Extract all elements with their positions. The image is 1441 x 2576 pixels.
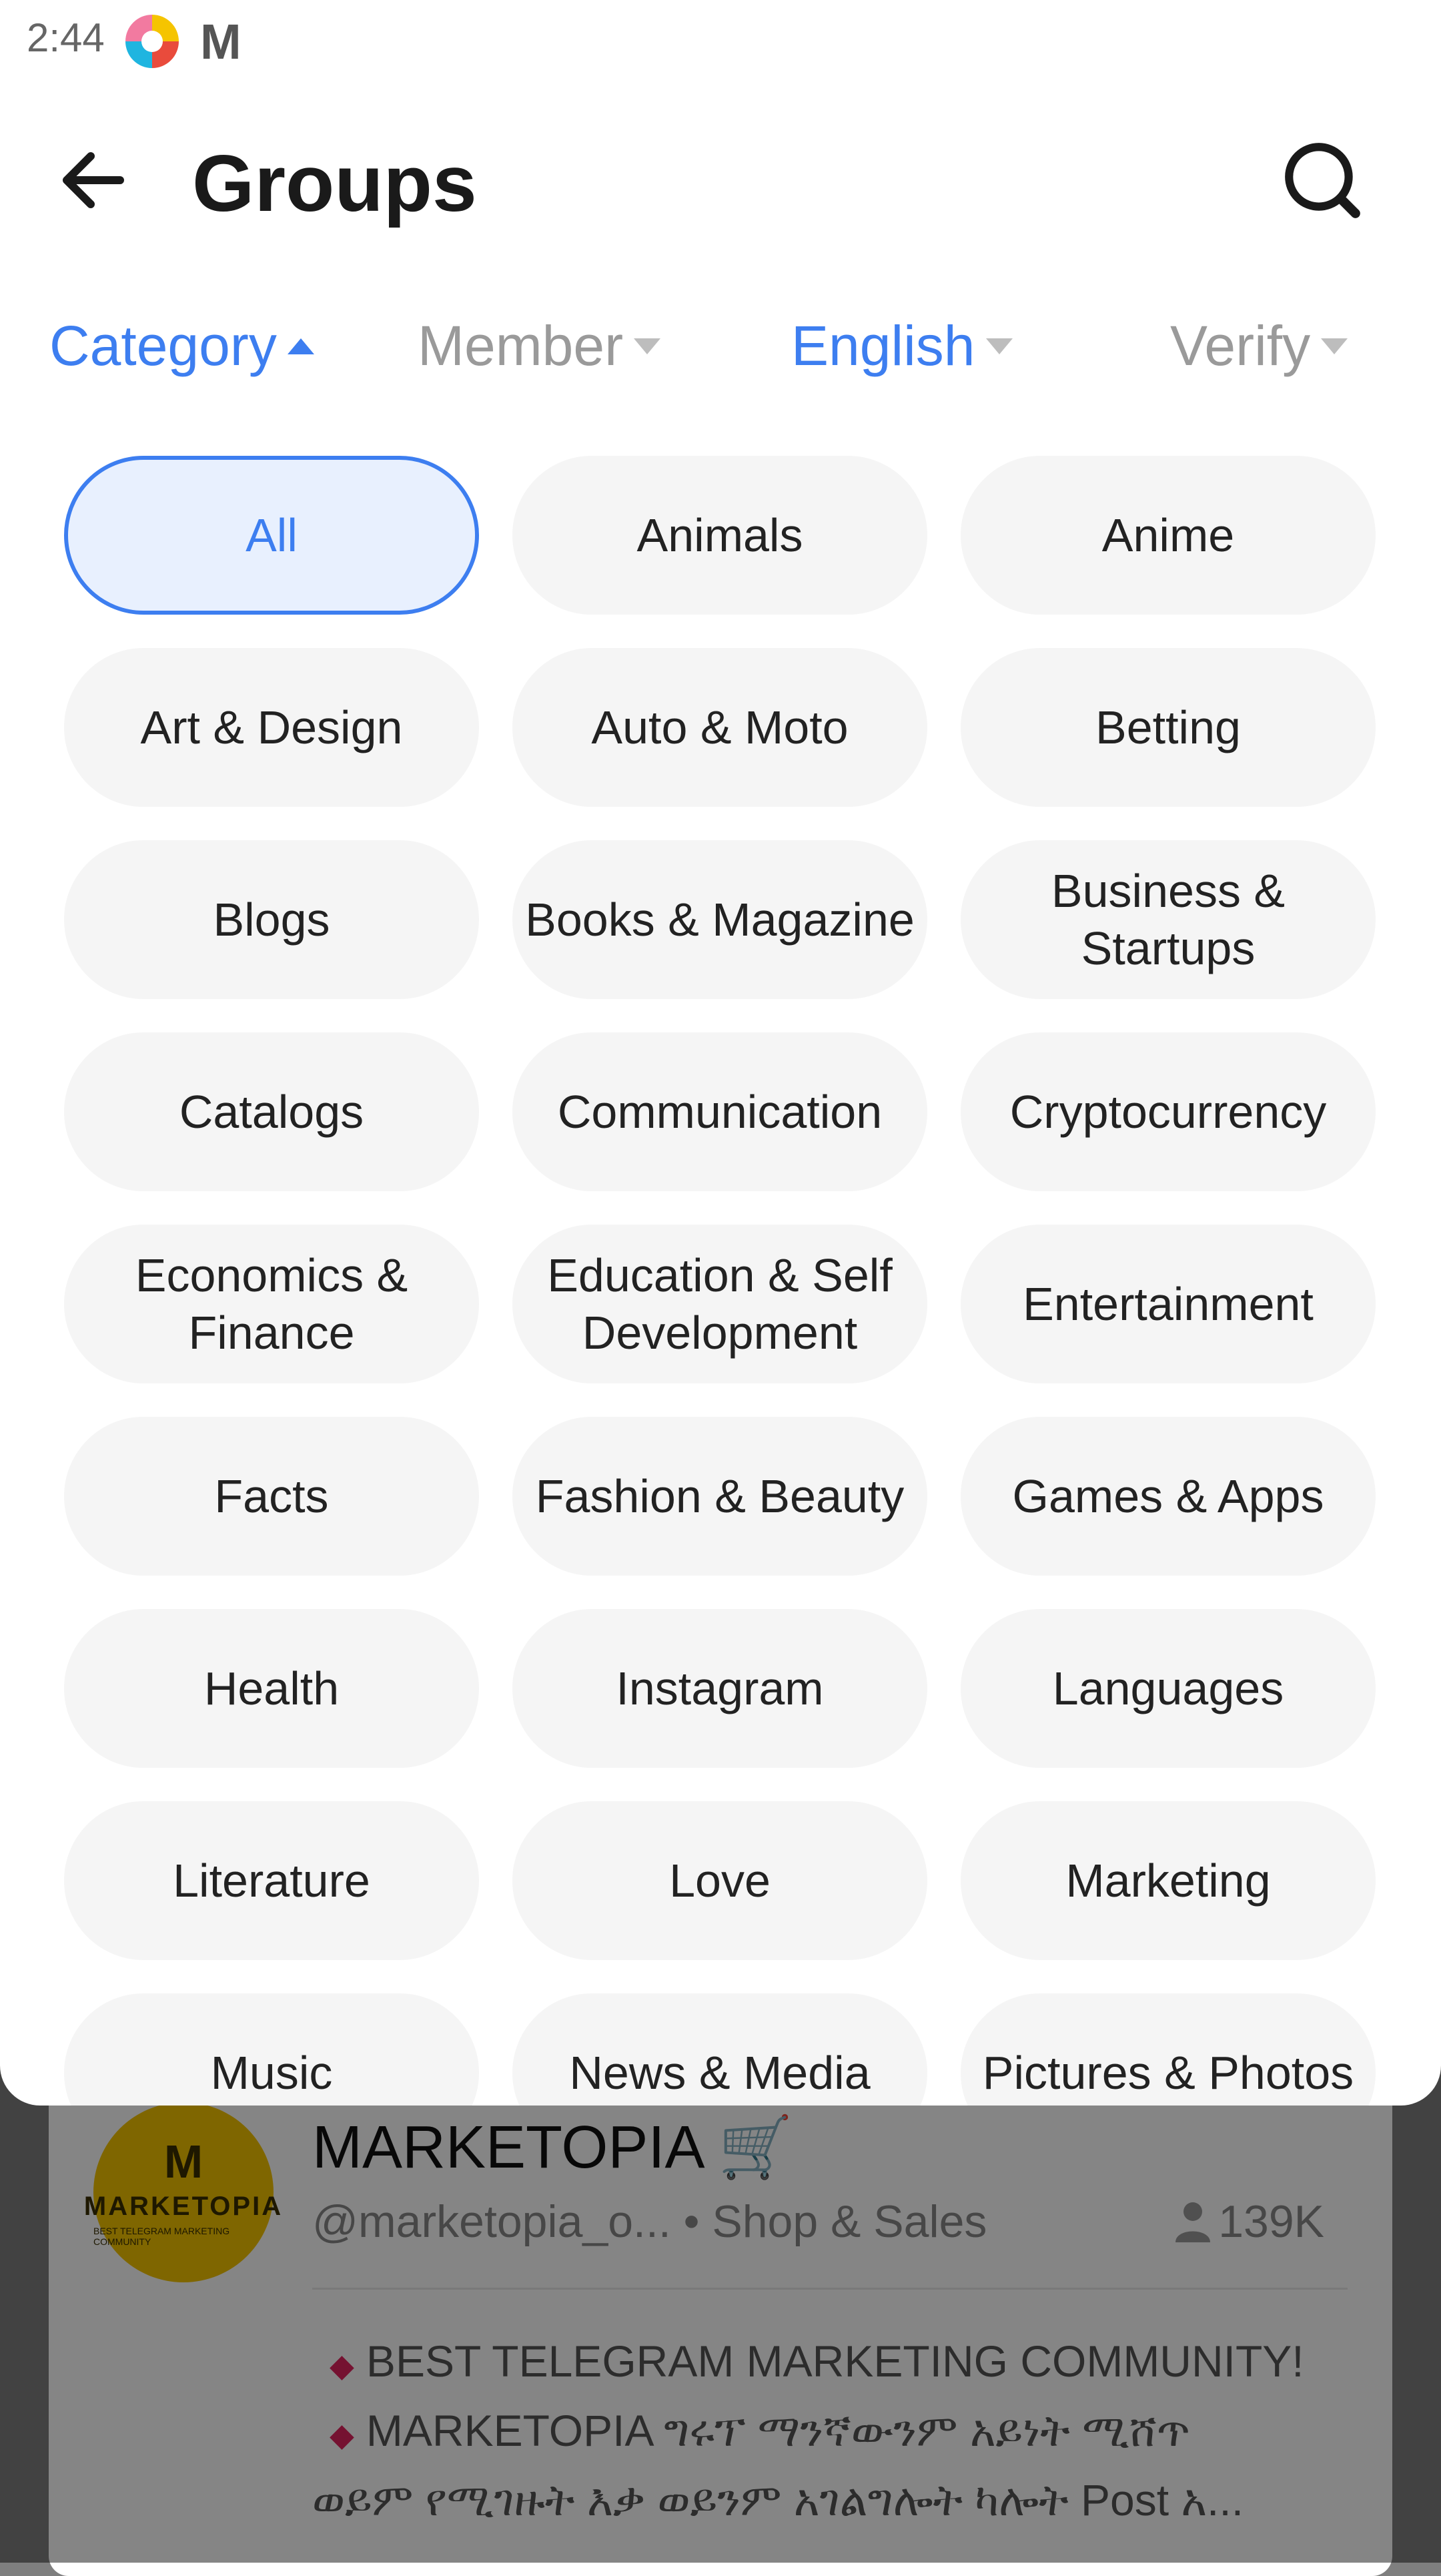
filter-member-label: Member: [418, 314, 624, 377]
category-chip-games-apps[interactable]: Games & Apps: [961, 1417, 1376, 1576]
category-chip-betting[interactable]: Betting: [961, 648, 1376, 807]
category-chip-literature[interactable]: Literature: [64, 1801, 479, 1960]
caret-up-icon: [287, 338, 314, 354]
category-chip-catalogs[interactable]: Catalogs: [64, 1032, 479, 1191]
filter-category-label: Category: [49, 314, 277, 377]
category-chip-entertainment[interactable]: Entertainment: [961, 1225, 1376, 1383]
back-arrow-icon[interactable]: [53, 140, 133, 220]
category-chip-auto-moto[interactable]: Auto & Moto: [512, 648, 927, 807]
category-chip-love[interactable]: Love: [512, 1801, 927, 1960]
filter-member[interactable]: Member: [418, 314, 661, 378]
app-notification-icon: [125, 15, 179, 68]
category-chip-cryptocurrency[interactable]: Cryptocurrency: [961, 1032, 1376, 1191]
filter-verify[interactable]: Verify: [1170, 314, 1348, 378]
caret-down-icon: [634, 338, 661, 354]
mail-icon: M: [200, 14, 242, 69]
status-bar: 2:44 M: [0, 0, 1441, 80]
category-chip-blogs[interactable]: Blogs: [64, 840, 479, 999]
category-chip-all[interactable]: All: [64, 456, 479, 615]
status-time: 2:44: [27, 15, 105, 60]
category-chip-news-media[interactable]: News & Media: [512, 1993, 927, 2106]
page-title: Groups: [192, 139, 477, 228]
filter-category[interactable]: Category: [49, 314, 314, 378]
filter-language[interactable]: English: [791, 314, 1013, 378]
caret-down-icon: [1321, 338, 1348, 354]
category-chip-animals[interactable]: Animals: [512, 456, 927, 615]
search-icon[interactable]: [1280, 137, 1366, 224]
category-chip-business-startups[interactable]: Business & Startups: [961, 840, 1376, 999]
category-chip-anime[interactable]: Anime: [961, 456, 1376, 615]
category-chip-music[interactable]: Music: [64, 1993, 479, 2106]
category-chip-art-design[interactable]: Art & Design: [64, 648, 479, 807]
category-chip-education-self-development[interactable]: Education & Self Development: [512, 1225, 927, 1383]
category-chip-marketing[interactable]: Marketing: [961, 1801, 1376, 1960]
caret-down-icon: [985, 338, 1013, 354]
category-chip-books-magazine[interactable]: Books & Magazine: [512, 840, 927, 999]
category-chip-facts[interactable]: Facts: [64, 1417, 479, 1576]
category-chip-instagram[interactable]: Instagram: [512, 1609, 927, 1768]
category-chip-fashion-beauty[interactable]: Fashion & Beauty: [512, 1417, 927, 1576]
category-filter-sheet: 2:44 M Groups Category Member English Ve…: [0, 0, 1441, 2106]
filter-verify-label: Verify: [1170, 314, 1311, 377]
category-chip-economics-finance[interactable]: Economics & Finance: [64, 1225, 479, 1383]
category-chip-communication[interactable]: Communication: [512, 1032, 927, 1191]
header: Groups: [0, 113, 1441, 240]
category-chip-pictures-photos[interactable]: Pictures & Photos: [961, 1993, 1376, 2106]
filter-language-label: English: [791, 314, 975, 377]
filter-bar: Category Member English Verify: [0, 314, 1441, 387]
category-chip-health[interactable]: Health: [64, 1609, 479, 1768]
category-chip-languages[interactable]: Languages: [961, 1609, 1376, 1768]
